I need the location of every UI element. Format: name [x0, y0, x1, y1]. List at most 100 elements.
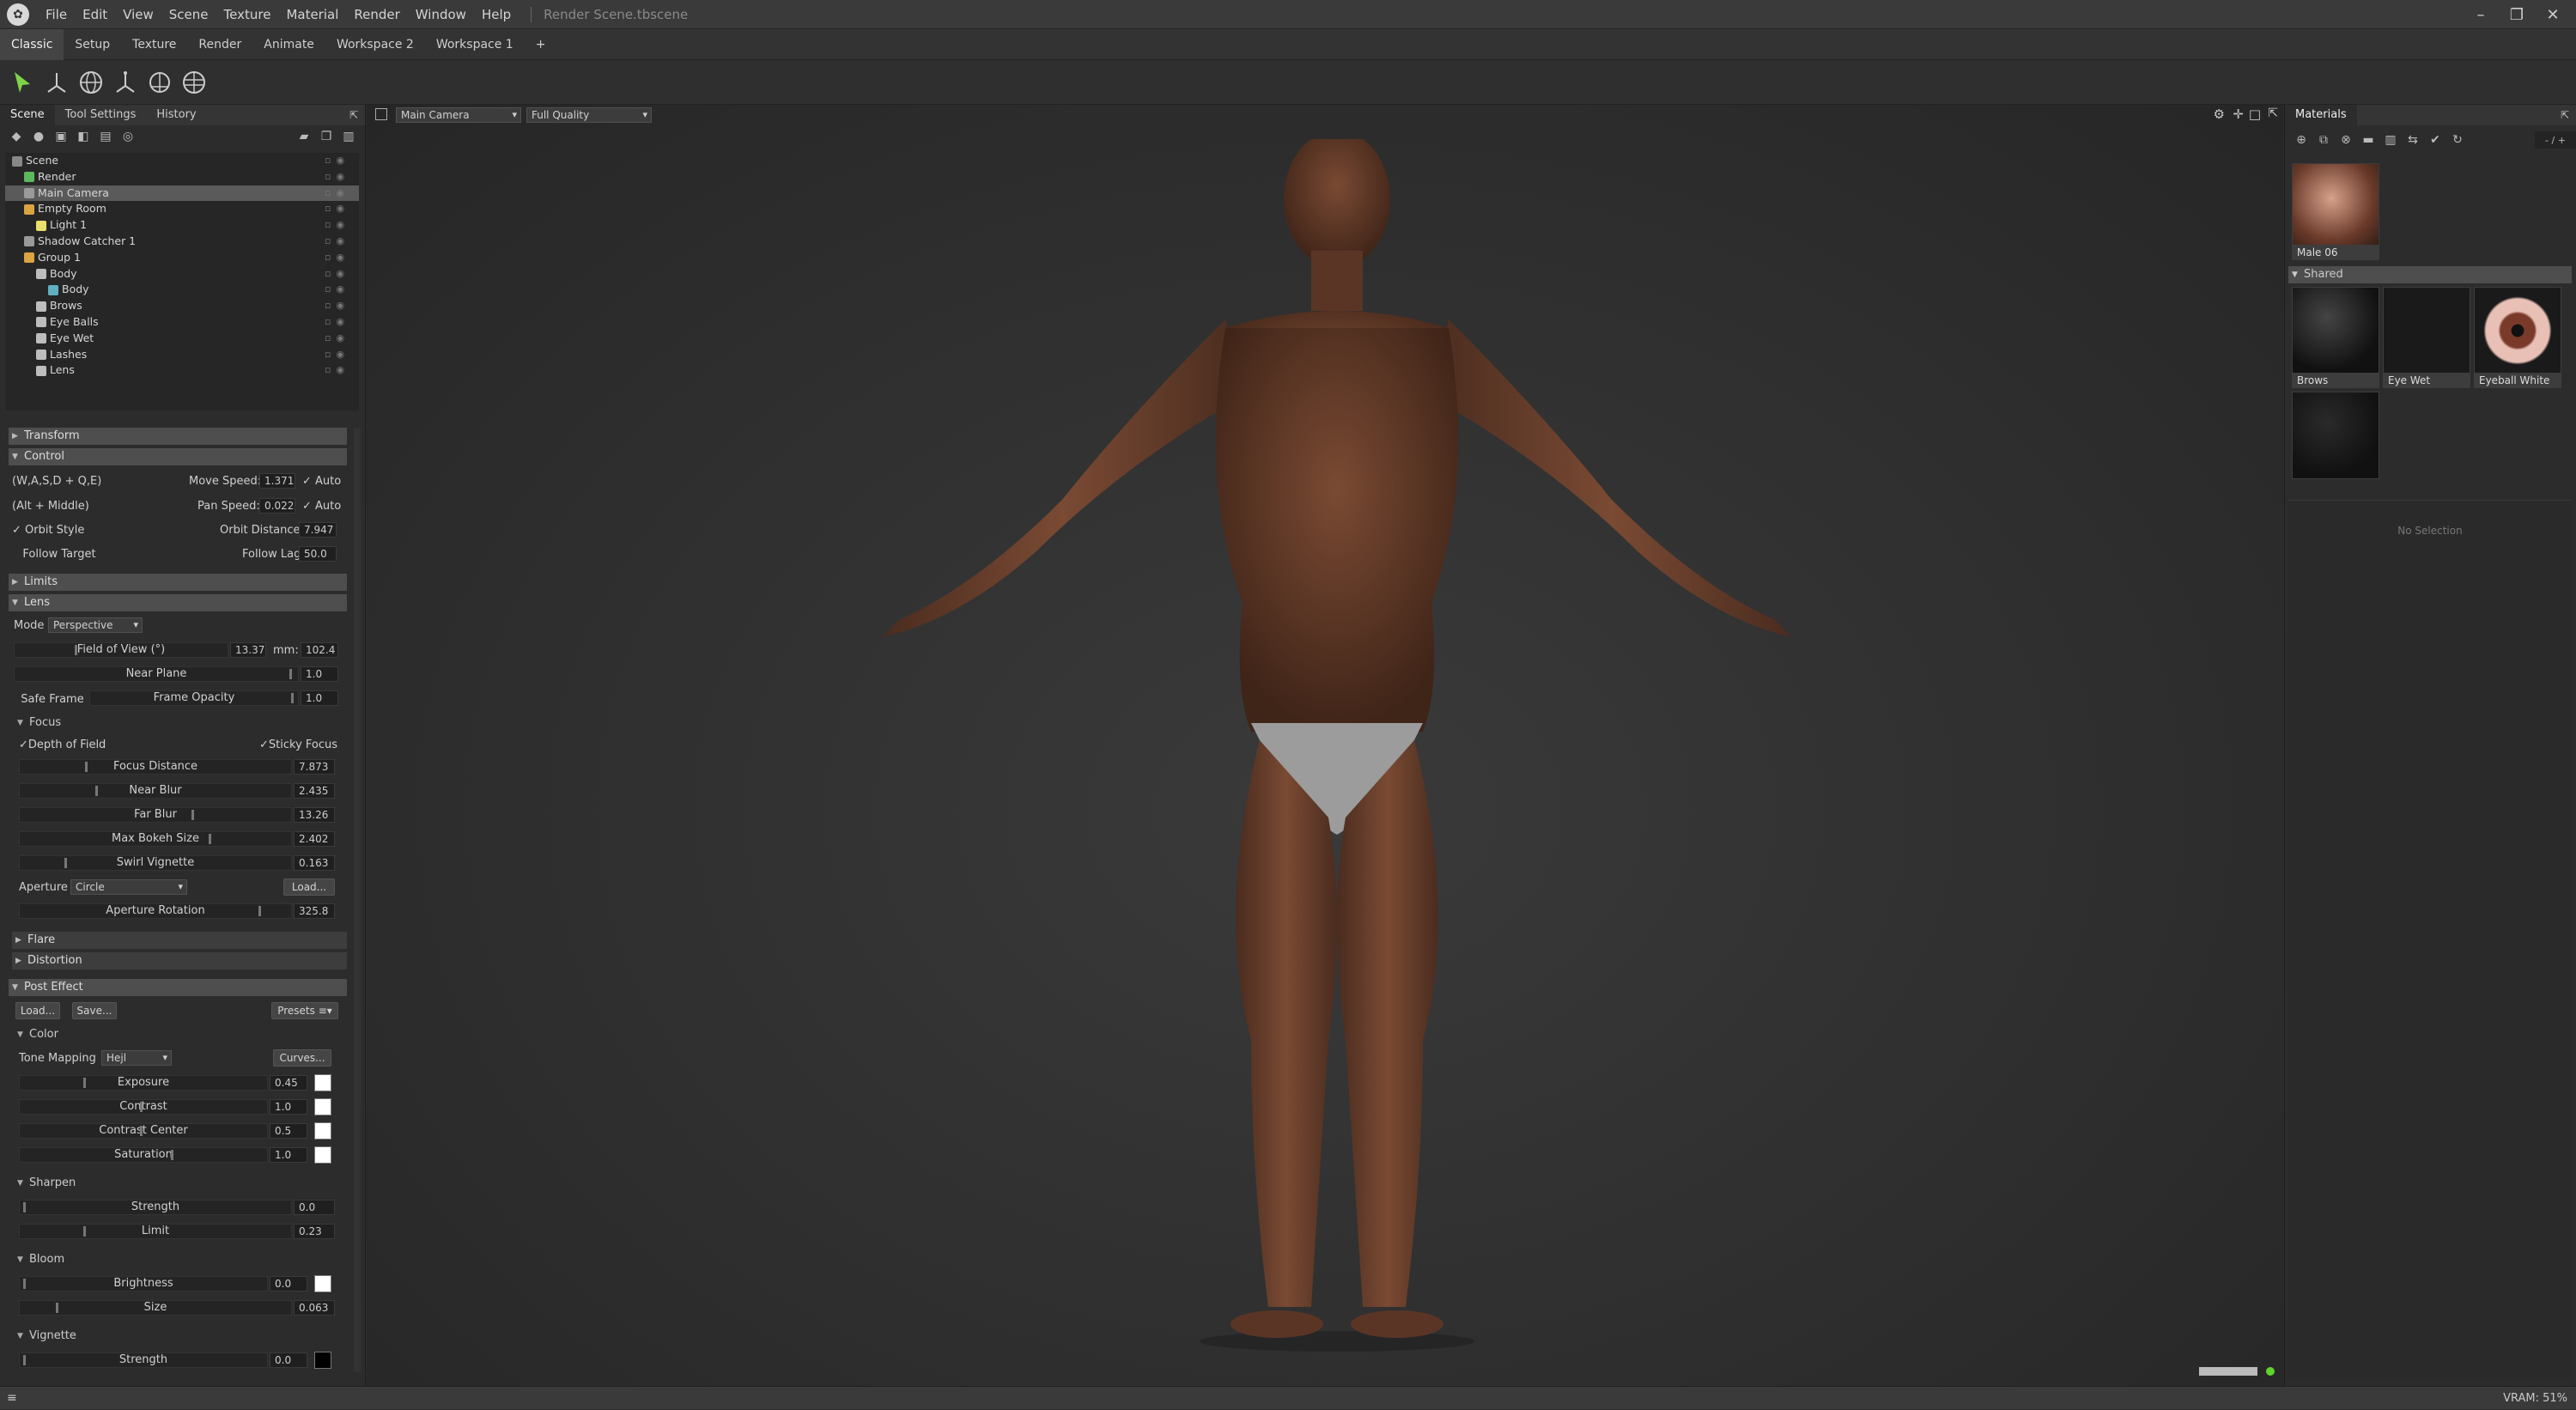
max-bokeh-slider[interactable]: Max Bokeh Size: [19, 831, 292, 847]
saturation-color-swatch[interactable]: [314, 1146, 331, 1164]
presets-button[interactable]: Presets ≡▾: [271, 1002, 338, 1019]
material-thumb-eyeball-white[interactable]: [2474, 287, 2561, 374]
lock-visibility-icon[interactable]: ▫◉: [325, 250, 350, 266]
tab-classic[interactable]: Classic: [0, 28, 64, 60]
sticky-focus-checkbox[interactable]: ✓Sticky Focus: [259, 738, 337, 751]
tab-render[interactable]: Render: [187, 29, 252, 60]
quality-dropdown[interactable]: Full Quality: [526, 107, 652, 123]
tree-item[interactable]: Lens ▫◉: [5, 362, 359, 379]
duplicate-icon[interactable]: ❐: [315, 128, 337, 145]
bloom-size-slider[interactable]: Size: [19, 1300, 292, 1316]
exposure-color-swatch[interactable]: [314, 1074, 331, 1091]
menu-icon[interactable]: ≡: [7, 1387, 17, 1410]
add-material-icon[interactable]: ⊕: [2290, 131, 2312, 149]
limit-slider[interactable]: Limit: [19, 1224, 292, 1239]
lock-visibility-icon[interactable]: ▫◉: [325, 169, 350, 185]
mm-field[interactable]: 102.4: [301, 642, 338, 658]
near-blur-field[interactable]: 2.435: [294, 783, 335, 799]
delete-material-icon[interactable]: ▥: [2379, 131, 2402, 149]
lock-visibility-icon[interactable]: ▫◉: [325, 298, 350, 314]
tree-item[interactable]: Render ▫◉: [5, 169, 359, 185]
select-tool-icon[interactable]: [7, 67, 38, 98]
menu-view[interactable]: View: [115, 7, 161, 22]
move-speed-field[interactable]: 1.371: [259, 473, 295, 489]
swirl-vignette-field[interactable]: 0.163: [294, 855, 335, 871]
frame-icon[interactable]: □: [2249, 106, 2261, 122]
subsection-bloom[interactable]: Bloom: [15, 1252, 64, 1267]
tree-item[interactable]: Shadow Catcher 1 ▫◉: [5, 234, 359, 250]
contrast-color-swatch[interactable]: [314, 1098, 331, 1115]
saturation-slider[interactable]: Saturation: [19, 1147, 268, 1163]
pan-speed-field[interactable]: 0.022: [259, 498, 295, 514]
curves-button[interactable]: Curves...: [273, 1049, 331, 1067]
tab-setup[interactable]: Setup: [64, 29, 121, 60]
menu-help[interactable]: Help: [474, 7, 519, 22]
orbit-distance-field[interactable]: 7.947: [299, 522, 337, 538]
subsection-color[interactable]: Color: [15, 1027, 58, 1042]
close-icon[interactable]: ✕: [2535, 6, 2571, 24]
contrast-field[interactable]: 1.0: [270, 1099, 307, 1115]
pan-auto-checkbox[interactable]: ✓ Auto: [302, 500, 341, 513]
lock-visibility-icon[interactable]: ▫◉: [325, 153, 350, 169]
refresh-material-icon[interactable]: ↻: [2446, 131, 2469, 149]
material-thumb-eye-wet[interactable]: [2383, 287, 2470, 374]
add-workspace-button[interactable]: +: [525, 29, 557, 60]
subsection-vignette[interactable]: Vignette: [15, 1328, 76, 1344]
gear-icon[interactable]: ⚙: [2214, 106, 2225, 122]
focus-distance-slider[interactable]: Focus Distance: [19, 759, 292, 775]
aperture-dropdown[interactable]: Circle: [70, 879, 187, 895]
lock-visibility-icon[interactable]: ▫◉: [325, 347, 350, 363]
lock-visibility-icon[interactable]: ▫◉: [325, 266, 350, 283]
viewport[interactable]: Main Camera Full Quality ⚙ ✛ □ ⇱: [367, 105, 2283, 1386]
menu-window[interactable]: Window: [408, 7, 474, 22]
folder-icon[interactable]: ▰: [293, 128, 315, 145]
vignette-strength-slider[interactable]: Strength: [19, 1352, 268, 1368]
duplicate-material-icon[interactable]: ⧉: [2312, 131, 2335, 149]
camera-icon[interactable]: [375, 108, 387, 120]
delete-icon[interactable]: ▥: [337, 128, 360, 145]
fov-slider[interactable]: Field of View (°): [14, 642, 228, 658]
sharpen-strength-field[interactable]: 0.0: [294, 1200, 335, 1215]
popout-icon[interactable]: ⇱: [2561, 109, 2569, 121]
add-shadow-icon[interactable]: ◧: [72, 128, 94, 145]
section-transform[interactable]: Transform: [9, 428, 347, 445]
max-bokeh-field[interactable]: 2.402: [294, 831, 335, 847]
tab-texture[interactable]: Texture: [121, 29, 187, 60]
add-room-icon[interactable]: ▤: [94, 128, 117, 145]
left-scrollbar[interactable]: [354, 428, 361, 1372]
tree-item[interactable]: Scene ▫◉: [5, 153, 359, 169]
focus-distance-field[interactable]: 7.873: [294, 759, 335, 775]
near-plane-slider[interactable]: Near Plane: [14, 666, 299, 682]
lock-visibility-icon[interactable]: ▫◉: [325, 314, 350, 331]
add-light-icon[interactable]: ●: [27, 128, 50, 145]
follow-target-checkbox[interactable]: Follow Target: [12, 548, 95, 561]
link-material-icon[interactable]: ⇆: [2402, 131, 2424, 149]
section-distortion[interactable]: Distortion: [12, 952, 347, 969]
transform-tool-icon[interactable]: [144, 67, 175, 98]
exposure-field[interactable]: 0.45: [270, 1075, 307, 1091]
popout-icon[interactable]: ⇱: [349, 109, 358, 121]
aperture-rotation-field[interactable]: 325.8: [294, 903, 335, 919]
maximize-icon[interactable]: ❐: [2499, 6, 2535, 24]
sharpen-strength-slider[interactable]: Strength: [19, 1200, 292, 1215]
tree-item[interactable]: Main Camera ▫◉: [5, 185, 359, 202]
menu-file[interactable]: File: [38, 7, 75, 22]
post-load-button[interactable]: Load...: [15, 1002, 60, 1019]
vignette-color-swatch[interactable]: [314, 1352, 331, 1369]
tab-history[interactable]: History: [146, 105, 206, 125]
popout-icon[interactable]: ⇱: [2268, 106, 2278, 120]
tree-item[interactable]: Brows ▫◉: [5, 298, 359, 314]
subsection-focus[interactable]: Focus: [15, 715, 61, 731]
tree-item[interactable]: Group 1 ▫◉: [5, 250, 359, 266]
follow-lag-field[interactable]: 50.0: [299, 546, 337, 562]
contrast-center-field[interactable]: 0.5: [270, 1123, 307, 1139]
lock-visibility-icon[interactable]: ▫◉: [325, 331, 350, 347]
post-save-button[interactable]: Save...: [72, 1002, 117, 1019]
lock-visibility-icon[interactable]: ▫◉: [325, 185, 350, 202]
tree-item[interactable]: Eye Wet ▫◉: [5, 331, 359, 347]
exposure-slider[interactable]: Exposure: [19, 1075, 268, 1091]
scale-tool-icon[interactable]: [110, 67, 141, 98]
menu-material[interactable]: Material: [278, 7, 346, 22]
material-thumb-brows[interactable]: [2292, 287, 2379, 374]
pick-material-icon[interactable]: ⊗: [2335, 131, 2357, 149]
